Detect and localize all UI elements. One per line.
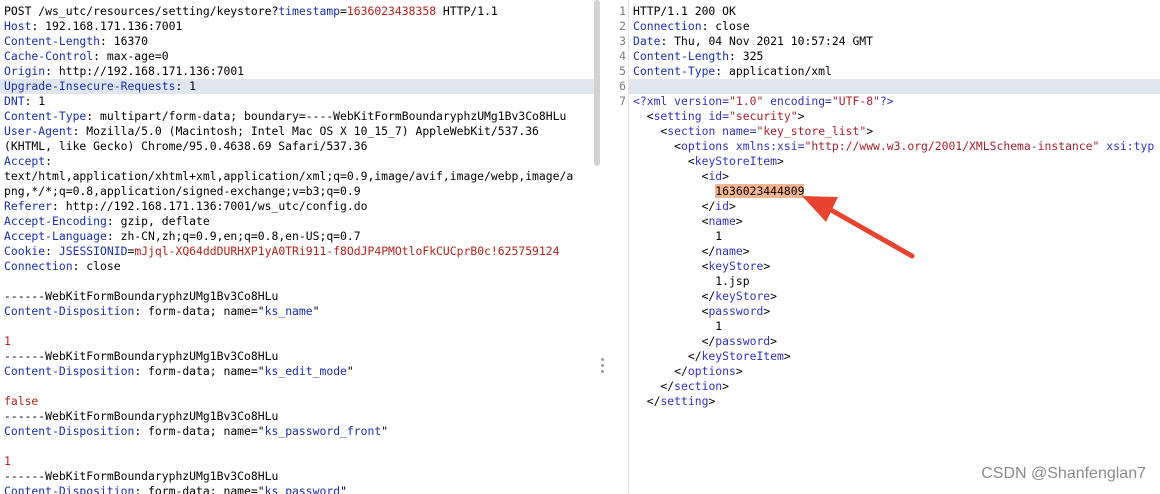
- red-arrow-icon: [802, 196, 915, 259]
- watermark: CSDN @Shanfenglan7: [981, 465, 1146, 482]
